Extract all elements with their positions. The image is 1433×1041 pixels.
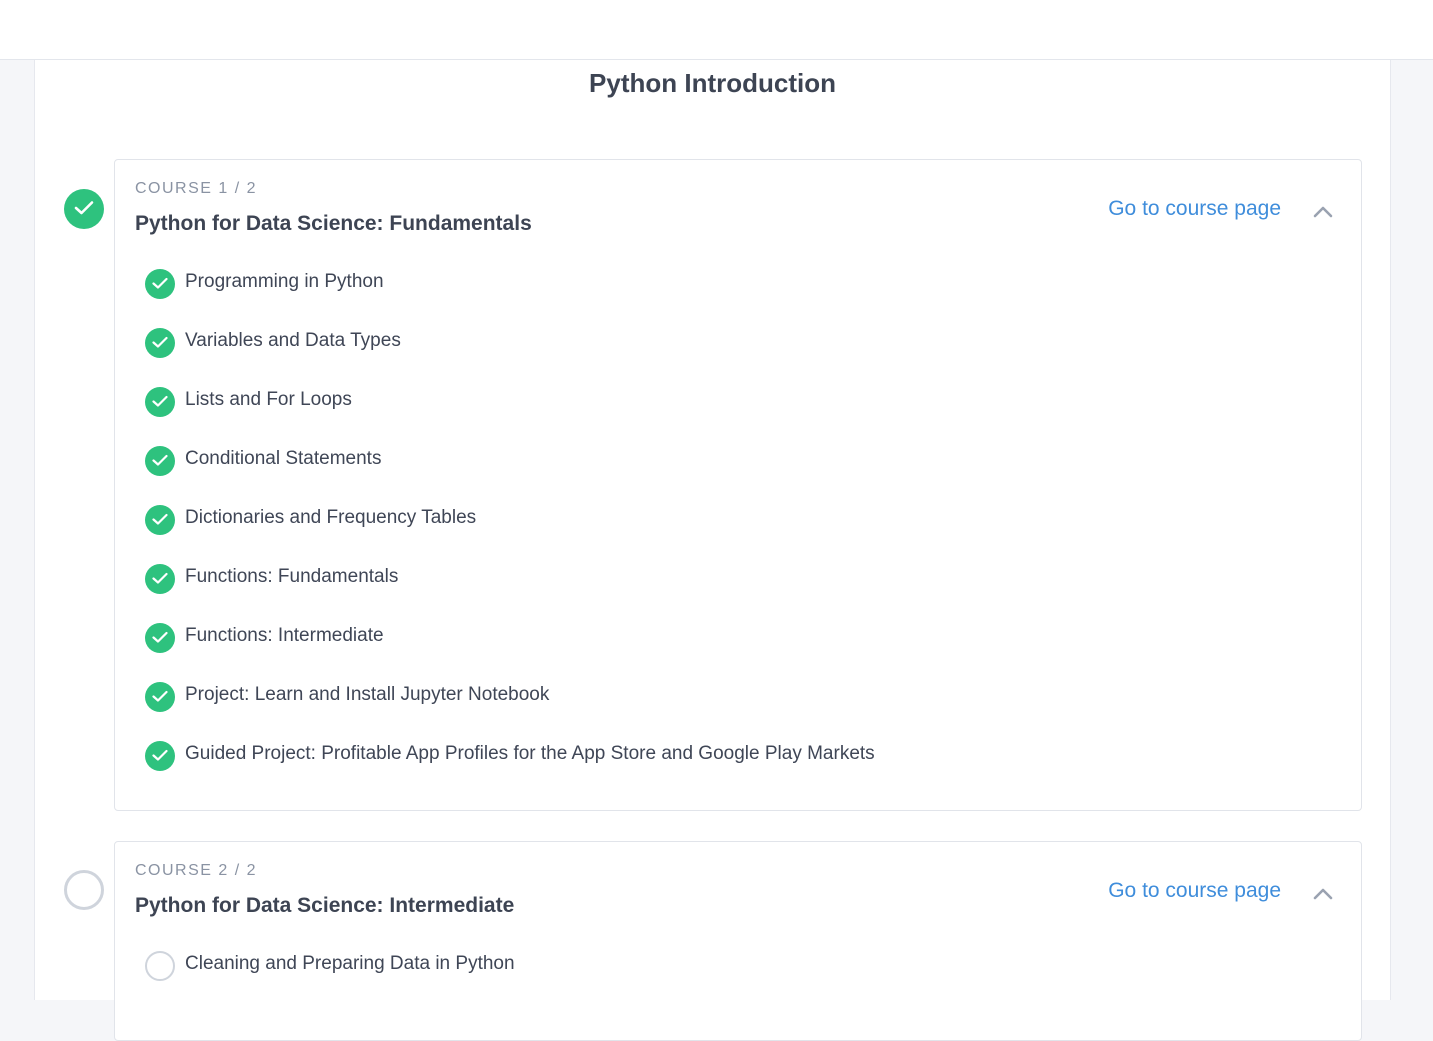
- lesson-title: Variables and Data Types: [185, 330, 401, 351]
- check-icon: [152, 277, 168, 289]
- chevron-up-icon: [1313, 888, 1333, 900]
- check-icon: [152, 749, 168, 761]
- collapse-course-button[interactable]: [1311, 202, 1335, 222]
- course-card-fundamentals: COURSE 1 / 2 Python for Data Science: Fu…: [114, 159, 1362, 811]
- course-title: Python for Data Science: Fundamentals: [135, 212, 532, 235]
- lesson-complete-badge: [145, 564, 175, 594]
- course-2-status-icon: [64, 870, 104, 910]
- lesson-title: Dictionaries and Frequency Tables: [185, 507, 477, 528]
- course-counter: COURSE 2 / 2: [135, 862, 258, 879]
- lesson-complete-badge: [145, 741, 175, 771]
- go-to-course-page-link[interactable]: Go to course page: [1108, 879, 1281, 903]
- lesson-title: Programming in Python: [185, 271, 384, 292]
- empty-circle-icon: [145, 951, 175, 981]
- lesson-title: Functions: Fundamentals: [185, 566, 399, 587]
- chevron-up-icon: [1313, 206, 1333, 218]
- check-icon: [152, 690, 168, 702]
- collapse-course-button[interactable]: [1311, 884, 1335, 904]
- course-title: Python for Data Science: Intermediate: [135, 894, 515, 917]
- check-icon: [74, 201, 94, 215]
- check-icon: [152, 454, 168, 466]
- lesson-complete-badge: [145, 328, 175, 358]
- check-icon: [152, 631, 168, 643]
- lesson-complete-badge: [145, 387, 175, 417]
- learning-path-panel: Python Introduction COURSE 1 / 2 Python …: [34, 60, 1391, 1041]
- course-counter: COURSE 1 / 2: [135, 180, 258, 197]
- page-title: Python Introduction: [589, 68, 836, 98]
- check-icon: [152, 395, 168, 407]
- lesson-title: Conditional Statements: [185, 448, 382, 469]
- course-card-intermediate: COURSE 2 / 2 Python for Data Science: In…: [114, 841, 1362, 1041]
- check-icon: [152, 513, 168, 525]
- lesson-title: Project: Learn and Install Jupyter Noteb…: [185, 684, 550, 705]
- lesson-title: Functions: Intermediate: [185, 625, 384, 646]
- go-to-course-page-link[interactable]: Go to course page: [1108, 197, 1281, 221]
- lesson-complete-badge: [145, 623, 175, 653]
- lesson-title: Guided Project: Profitable App Profiles …: [185, 743, 875, 764]
- lesson-complete-badge: [145, 505, 175, 535]
- course-1-status-icon: [64, 189, 104, 229]
- lesson-complete-badge: [145, 682, 175, 712]
- top-navigation-bar: [0, 0, 1433, 60]
- check-icon: [152, 336, 168, 348]
- lesson-title: Cleaning and Preparing Data in Python: [185, 953, 515, 974]
- lesson-title: Lists and For Loops: [185, 389, 352, 410]
- lesson-complete-badge: [145, 446, 175, 476]
- lesson-complete-badge: [145, 269, 175, 299]
- check-icon: [152, 572, 168, 584]
